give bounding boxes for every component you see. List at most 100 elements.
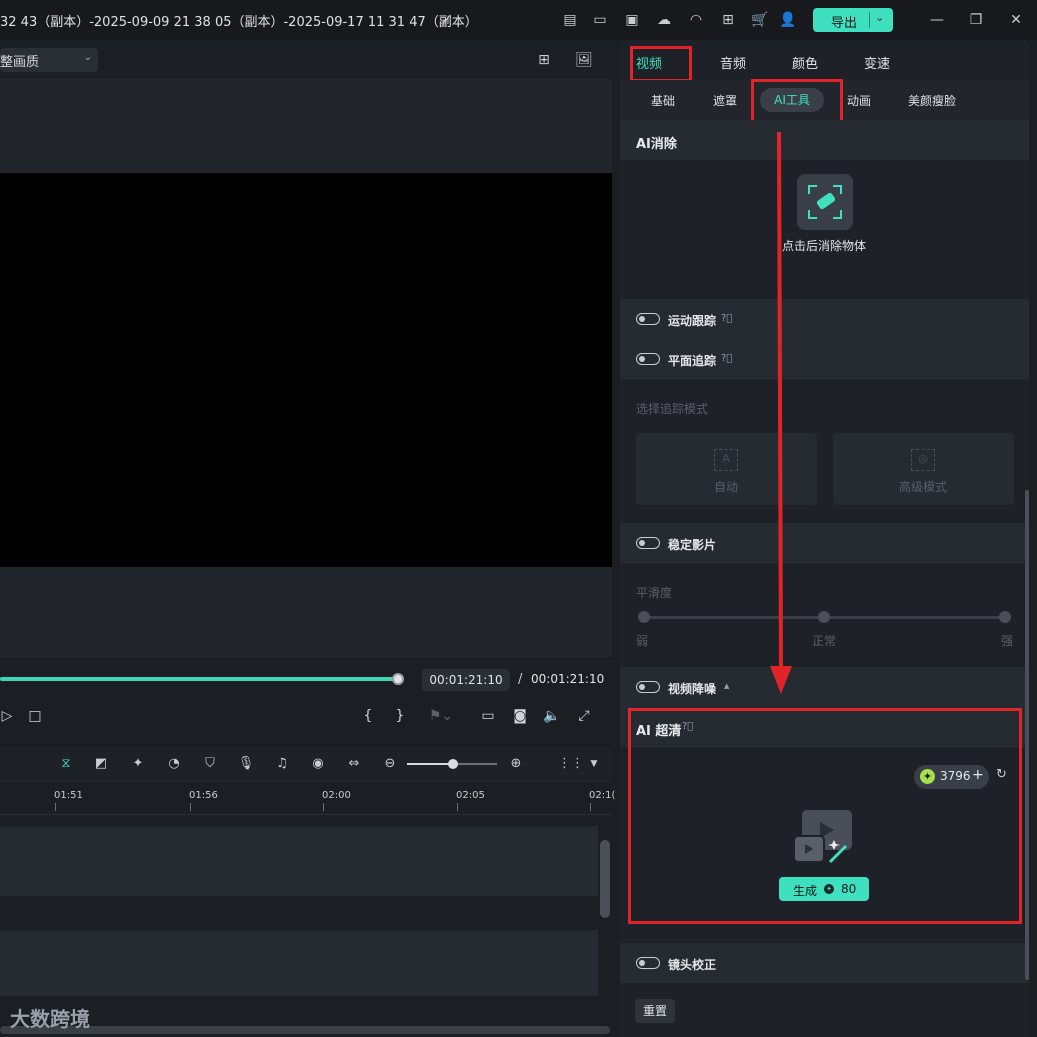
- camera-icon[interactable]: ◙: [510, 706, 530, 726]
- display-settings-icon[interactable]: ▭: [478, 706, 498, 726]
- tracking-mode-title: 选择追踪模式: [636, 402, 709, 416]
- timeline-vertical-scrollbar[interactable]: [600, 840, 610, 918]
- ai-erase-title: AI消除: [636, 137, 677, 152]
- smoothness-stop-high[interactable]: [999, 611, 1011, 623]
- lens-correction-toggle[interactable]: [636, 957, 660, 969]
- highlight-box-video-tab: [630, 46, 692, 82]
- highlight-box-ai-upscale: [628, 708, 1022, 924]
- marker-dropdown-icon[interactable]: ⚑⌄: [424, 706, 458, 726]
- smoothness-title: 平滑度: [636, 586, 673, 600]
- caret-up-icon[interactable]: ▲: [724, 682, 729, 690]
- subtab-animation[interactable]: 动画: [847, 92, 871, 109]
- motion-tracking-label: 运动跟踪: [668, 314, 717, 328]
- tab-speed[interactable]: 变速: [864, 53, 890, 72]
- reset-button[interactable]: 重置: [635, 999, 675, 1023]
- mask-shield-icon[interactable]: ⛉: [200, 754, 220, 774]
- music-icon[interactable]: ♫: [272, 754, 292, 774]
- zoom-slider-fill: [407, 763, 453, 765]
- ruler-tick: [323, 803, 324, 811]
- smoothness-stop-mid[interactable]: [818, 611, 830, 623]
- playback-progress-handle[interactable]: [392, 673, 404, 685]
- apps-grid-icon[interactable]: ⊞: [718, 10, 738, 30]
- tracking-mode-advanced[interactable]: ◎ 高级模式: [833, 433, 1014, 505]
- play-icon[interactable]: ▷: [0, 706, 14, 726]
- export-button[interactable]: 导出 ⌄: [813, 8, 893, 32]
- subtab-beauty[interactable]: 美颜瘦脸: [908, 92, 956, 109]
- cloud-upload-icon[interactable]: ☁: [654, 10, 674, 30]
- close-icon[interactable]: ✕: [1006, 10, 1026, 30]
- eraser-icon[interactable]: [797, 174, 853, 230]
- minimize-icon[interactable]: —: [927, 10, 947, 30]
- auto-reframe-icon[interactable]: ◩: [91, 754, 111, 774]
- status-check-icon: ✓: [441, 12, 453, 28]
- export-label: 导出: [831, 16, 858, 31]
- watermark-logo: 大数跨境: [10, 1007, 90, 1031]
- zoom-slider-handle[interactable]: [448, 759, 458, 769]
- chevron-down-icon[interactable]: ⌄: [875, 11, 884, 24]
- cart-icon[interactable]: 🛒: [750, 10, 770, 30]
- volume-icon[interactable]: 🔈: [542, 706, 562, 726]
- playback-progress[interactable]: [0, 677, 398, 681]
- timeline-ruler[interactable]: [0, 783, 612, 815]
- smoothness-mid-label: 正常: [812, 634, 837, 648]
- stabilize-toggle[interactable]: [636, 537, 660, 549]
- track-layout-icon[interactable]: ⋮⋮: [558, 754, 584, 774]
- microphone-icon[interactable]: 🎙: [236, 754, 256, 774]
- quality-label: 整画质: [0, 55, 40, 70]
- ruler-tick: [457, 803, 458, 811]
- caret-down-icon[interactable]: ▼: [584, 754, 604, 774]
- panel-scrollbar[interactable]: [1025, 490, 1029, 980]
- projects-icon[interactable]: ▤: [560, 10, 580, 30]
- save-icon[interactable]: ▣: [622, 10, 642, 30]
- timeline-horizontal-scrollbar[interactable]: [0, 1026, 610, 1034]
- smoothness-high-label: 强: [1001, 634, 1014, 648]
- ruler-tick-label: 02:05: [456, 790, 485, 801]
- ruler-tick: [190, 803, 191, 811]
- motion-tracking-toggle[interactable]: [636, 313, 660, 325]
- ai-erase-header: [620, 120, 1029, 160]
- smoothness-low-label: 弱: [636, 634, 649, 648]
- timeline-track[interactable]: [0, 826, 598, 896]
- plane-tracking-label: 平面追踪: [668, 354, 717, 368]
- user-icon[interactable]: 👤: [778, 10, 798, 30]
- video-preview[interactable]: [0, 173, 612, 567]
- mark-out-icon[interactable]: }: [392, 706, 408, 726]
- export-divider: [869, 12, 870, 28]
- stop-icon[interactable]: □: [26, 706, 44, 726]
- subtab-basic[interactable]: 基础: [651, 92, 675, 109]
- auto-mode-icon: A: [714, 449, 738, 471]
- timeline-track[interactable]: [0, 930, 598, 996]
- lens-correction-label: 镜头校正: [668, 958, 717, 972]
- smoothness-stop-low[interactable]: [638, 611, 650, 623]
- quality-select[interactable]: 整画质 ⌄: [0, 48, 98, 72]
- fullscreen-icon[interactable]: ⤢: [574, 706, 594, 726]
- tab-audio[interactable]: 音频: [720, 53, 746, 72]
- layout-icon[interactable]: ▭: [590, 10, 610, 30]
- restore-icon[interactable]: ❐: [966, 10, 986, 30]
- help-icon[interactable]: ?⃝: [721, 353, 732, 364]
- current-time[interactable]: 00:01:21:10: [422, 669, 510, 691]
- tracking-mode-advanced-label: 高级模式: [899, 480, 948, 494]
- advanced-mode-icon: ◎: [911, 449, 935, 471]
- mark-in-icon[interactable]: {: [360, 706, 376, 726]
- speed-icon[interactable]: ◔: [164, 754, 184, 774]
- ruler-tick: [590, 803, 591, 811]
- preview-render-icon[interactable]: ◉: [308, 754, 328, 774]
- time-separator: /: [518, 672, 523, 687]
- plane-tracking-toggle[interactable]: [636, 353, 660, 365]
- denoise-toggle[interactable]: [636, 681, 660, 693]
- zoom-in-icon[interactable]: ⊕: [506, 754, 526, 774]
- subtab-mask[interactable]: 遮罩: [713, 92, 737, 109]
- window-title: 32 43（副本）-2025-09-09 21 38 05（副本）-2025-0…: [0, 15, 478, 30]
- chevron-down-icon: ⌄: [83, 52, 92, 63]
- help-icon[interactable]: ?⃝: [721, 313, 732, 324]
- tab-color[interactable]: 颜色: [792, 53, 818, 72]
- support-headset-icon[interactable]: ◠: [686, 10, 706, 30]
- add-effect-icon[interactable]: ✦: [128, 754, 148, 774]
- fit-timeline-icon[interactable]: ⇔: [344, 754, 364, 774]
- snap-icon[interactable]: ⧖: [56, 754, 76, 774]
- zoom-out-icon[interactable]: ⊖: [380, 754, 400, 774]
- snapshot-image-icon[interactable]: 🖼: [574, 50, 594, 70]
- grid-view-icon[interactable]: ⊞: [534, 50, 554, 70]
- annotation-arrow: [766, 132, 796, 696]
